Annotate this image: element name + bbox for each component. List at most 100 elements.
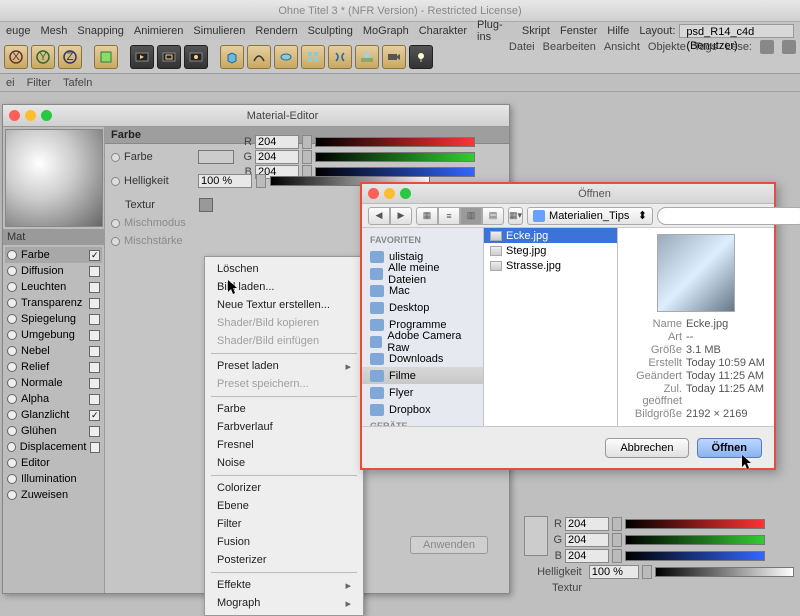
channel-checkbox[interactable] [89, 298, 100, 309]
context-menu-item[interactable]: Farbe [205, 400, 363, 418]
context-menu-item[interactable]: Bild laden... [205, 278, 363, 296]
primitive-cube-icon[interactable] [220, 45, 244, 69]
file-dialog-titlebar[interactable]: Öffnen [362, 184, 774, 204]
forward-button[interactable]: ▶ [390, 207, 412, 225]
menu-item[interactable]: Plug-ins [477, 19, 512, 43]
render-settings-icon[interactable] [184, 45, 208, 69]
menu-item[interactable]: euge [6, 25, 30, 37]
secbar-item[interactable]: ei [6, 77, 15, 89]
spin-r[interactable] [302, 135, 312, 149]
context-menu-item[interactable]: Fusion [205, 533, 363, 551]
channel-row[interactable]: Alpha [5, 391, 102, 407]
context-menu-item[interactable]: Neue Textur erstellen... [205, 296, 363, 314]
input-b[interactable] [565, 549, 609, 563]
channel-row[interactable]: Relief [5, 359, 102, 375]
menu-item[interactable]: Snapping [77, 25, 124, 37]
radio-icon[interactable] [7, 266, 17, 276]
channel-row[interactable]: Transparenz [5, 295, 102, 311]
render-icon[interactable] [130, 45, 154, 69]
zoom-icon[interactable] [400, 188, 411, 199]
radio-icon[interactable] [7, 330, 17, 340]
sidebar-item[interactable]: Adobe Camera Raw [362, 333, 483, 350]
channel-row[interactable]: Diffusion [5, 263, 102, 279]
arrange-button[interactable]: ▦▾ [508, 207, 523, 225]
radio-icon[interactable] [7, 282, 17, 292]
close-icon[interactable] [9, 110, 20, 121]
context-menu-item[interactable]: Colorizer [205, 479, 363, 497]
channel-row[interactable]: Zuweisen [5, 487, 102, 503]
channel-row[interactable]: Glühen [5, 423, 102, 439]
sidebar-item[interactable]: Alle meine Dateien [362, 265, 483, 282]
secbar-item[interactable]: Filter [27, 77, 51, 89]
spin-g[interactable] [612, 533, 622, 547]
radio-icon[interactable] [7, 490, 17, 500]
enable-dot-icon[interactable] [111, 153, 120, 162]
slider-g[interactable] [315, 152, 475, 162]
view-columns-icon[interactable]: ▥ [460, 207, 482, 225]
sidebar-item[interactable]: Desktop [362, 299, 483, 316]
input-g[interactable] [565, 533, 609, 547]
radio-icon[interactable] [7, 458, 17, 468]
radio-icon[interactable] [7, 474, 17, 484]
radio-icon[interactable] [7, 250, 17, 260]
channel-checkbox[interactable] [89, 410, 100, 421]
context-menu-item[interactable]: Effekte [205, 576, 363, 594]
menu-item[interactable]: MoGraph [363, 25, 409, 37]
channel-row[interactable]: Leuchten [5, 279, 102, 295]
menu-item[interactable]: Bearbeiten [543, 41, 596, 53]
spin-helligkeit[interactable] [256, 174, 266, 188]
menu-item[interactable]: Datei [509, 41, 535, 53]
spin-g[interactable] [302, 150, 312, 164]
minimize-icon[interactable] [384, 188, 395, 199]
radio-icon[interactable] [7, 362, 17, 372]
radio-icon[interactable] [7, 394, 17, 404]
axis-y-icon[interactable]: Y [31, 45, 55, 69]
enable-dot-icon[interactable] [111, 177, 120, 186]
slider-b[interactable] [625, 551, 765, 561]
cancel-button[interactable]: Abbrechen [605, 438, 688, 458]
color-swatch[interactable] [524, 516, 548, 556]
context-menu-item[interactable]: Ebene [205, 497, 363, 515]
radio-icon[interactable] [7, 346, 17, 356]
file-list-item[interactable]: Steg.jpg [484, 243, 617, 258]
channel-row[interactable]: Farbe [5, 247, 102, 263]
close-icon[interactable] [368, 188, 379, 199]
radio-icon[interactable] [7, 410, 17, 420]
minimize-icon[interactable] [25, 110, 36, 121]
slider-r[interactable] [315, 137, 475, 147]
search-input[interactable] [657, 207, 800, 225]
channel-row[interactable]: Nebel [5, 343, 102, 359]
slider-g[interactable] [625, 535, 765, 545]
input-helligkeit[interactable] [589, 565, 639, 579]
radio-icon[interactable] [7, 298, 17, 308]
material-preview[interactable] [5, 129, 103, 227]
material-name[interactable]: Mat [3, 229, 104, 245]
context-menu-item[interactable]: Mograph [205, 594, 363, 612]
menu-item[interactable]: Skript [522, 25, 550, 37]
channel-checkbox[interactable] [89, 330, 100, 341]
menu-item[interactable]: Rendern [255, 25, 297, 37]
context-menu-item[interactable]: Posterizer [205, 551, 363, 569]
channel-checkbox[interactable] [89, 362, 100, 373]
camera-icon[interactable] [382, 45, 406, 69]
spin-r[interactable] [612, 517, 622, 531]
channel-row[interactable]: Glanzlicht [5, 407, 102, 423]
context-menu-item[interactable]: Filter [205, 515, 363, 533]
menu-item[interactable]: Simulieren [193, 25, 245, 37]
channel-checkbox[interactable] [89, 266, 100, 277]
radio-icon[interactable] [7, 426, 17, 436]
channel-checkbox[interactable] [90, 442, 100, 453]
file-list-item[interactable]: Strasse.jpg [484, 258, 617, 273]
input-g[interactable] [255, 150, 299, 164]
deformer-icon[interactable] [328, 45, 352, 69]
axis-z-icon[interactable]: Z [58, 45, 82, 69]
channel-row[interactable]: Normale [5, 375, 102, 391]
search-icon[interactable] [760, 40, 774, 54]
menu-item[interactable]: Objekte [648, 41, 686, 53]
menu-item[interactable]: Ansicht [604, 41, 640, 53]
open-button[interactable]: Öffnen [697, 438, 762, 458]
menu-item[interactable]: Charakter [419, 25, 467, 37]
file-list-item[interactable]: Ecke.jpg [484, 228, 617, 243]
generator-icon[interactable] [301, 45, 325, 69]
context-menu-item[interactable]: Löschen [205, 260, 363, 278]
